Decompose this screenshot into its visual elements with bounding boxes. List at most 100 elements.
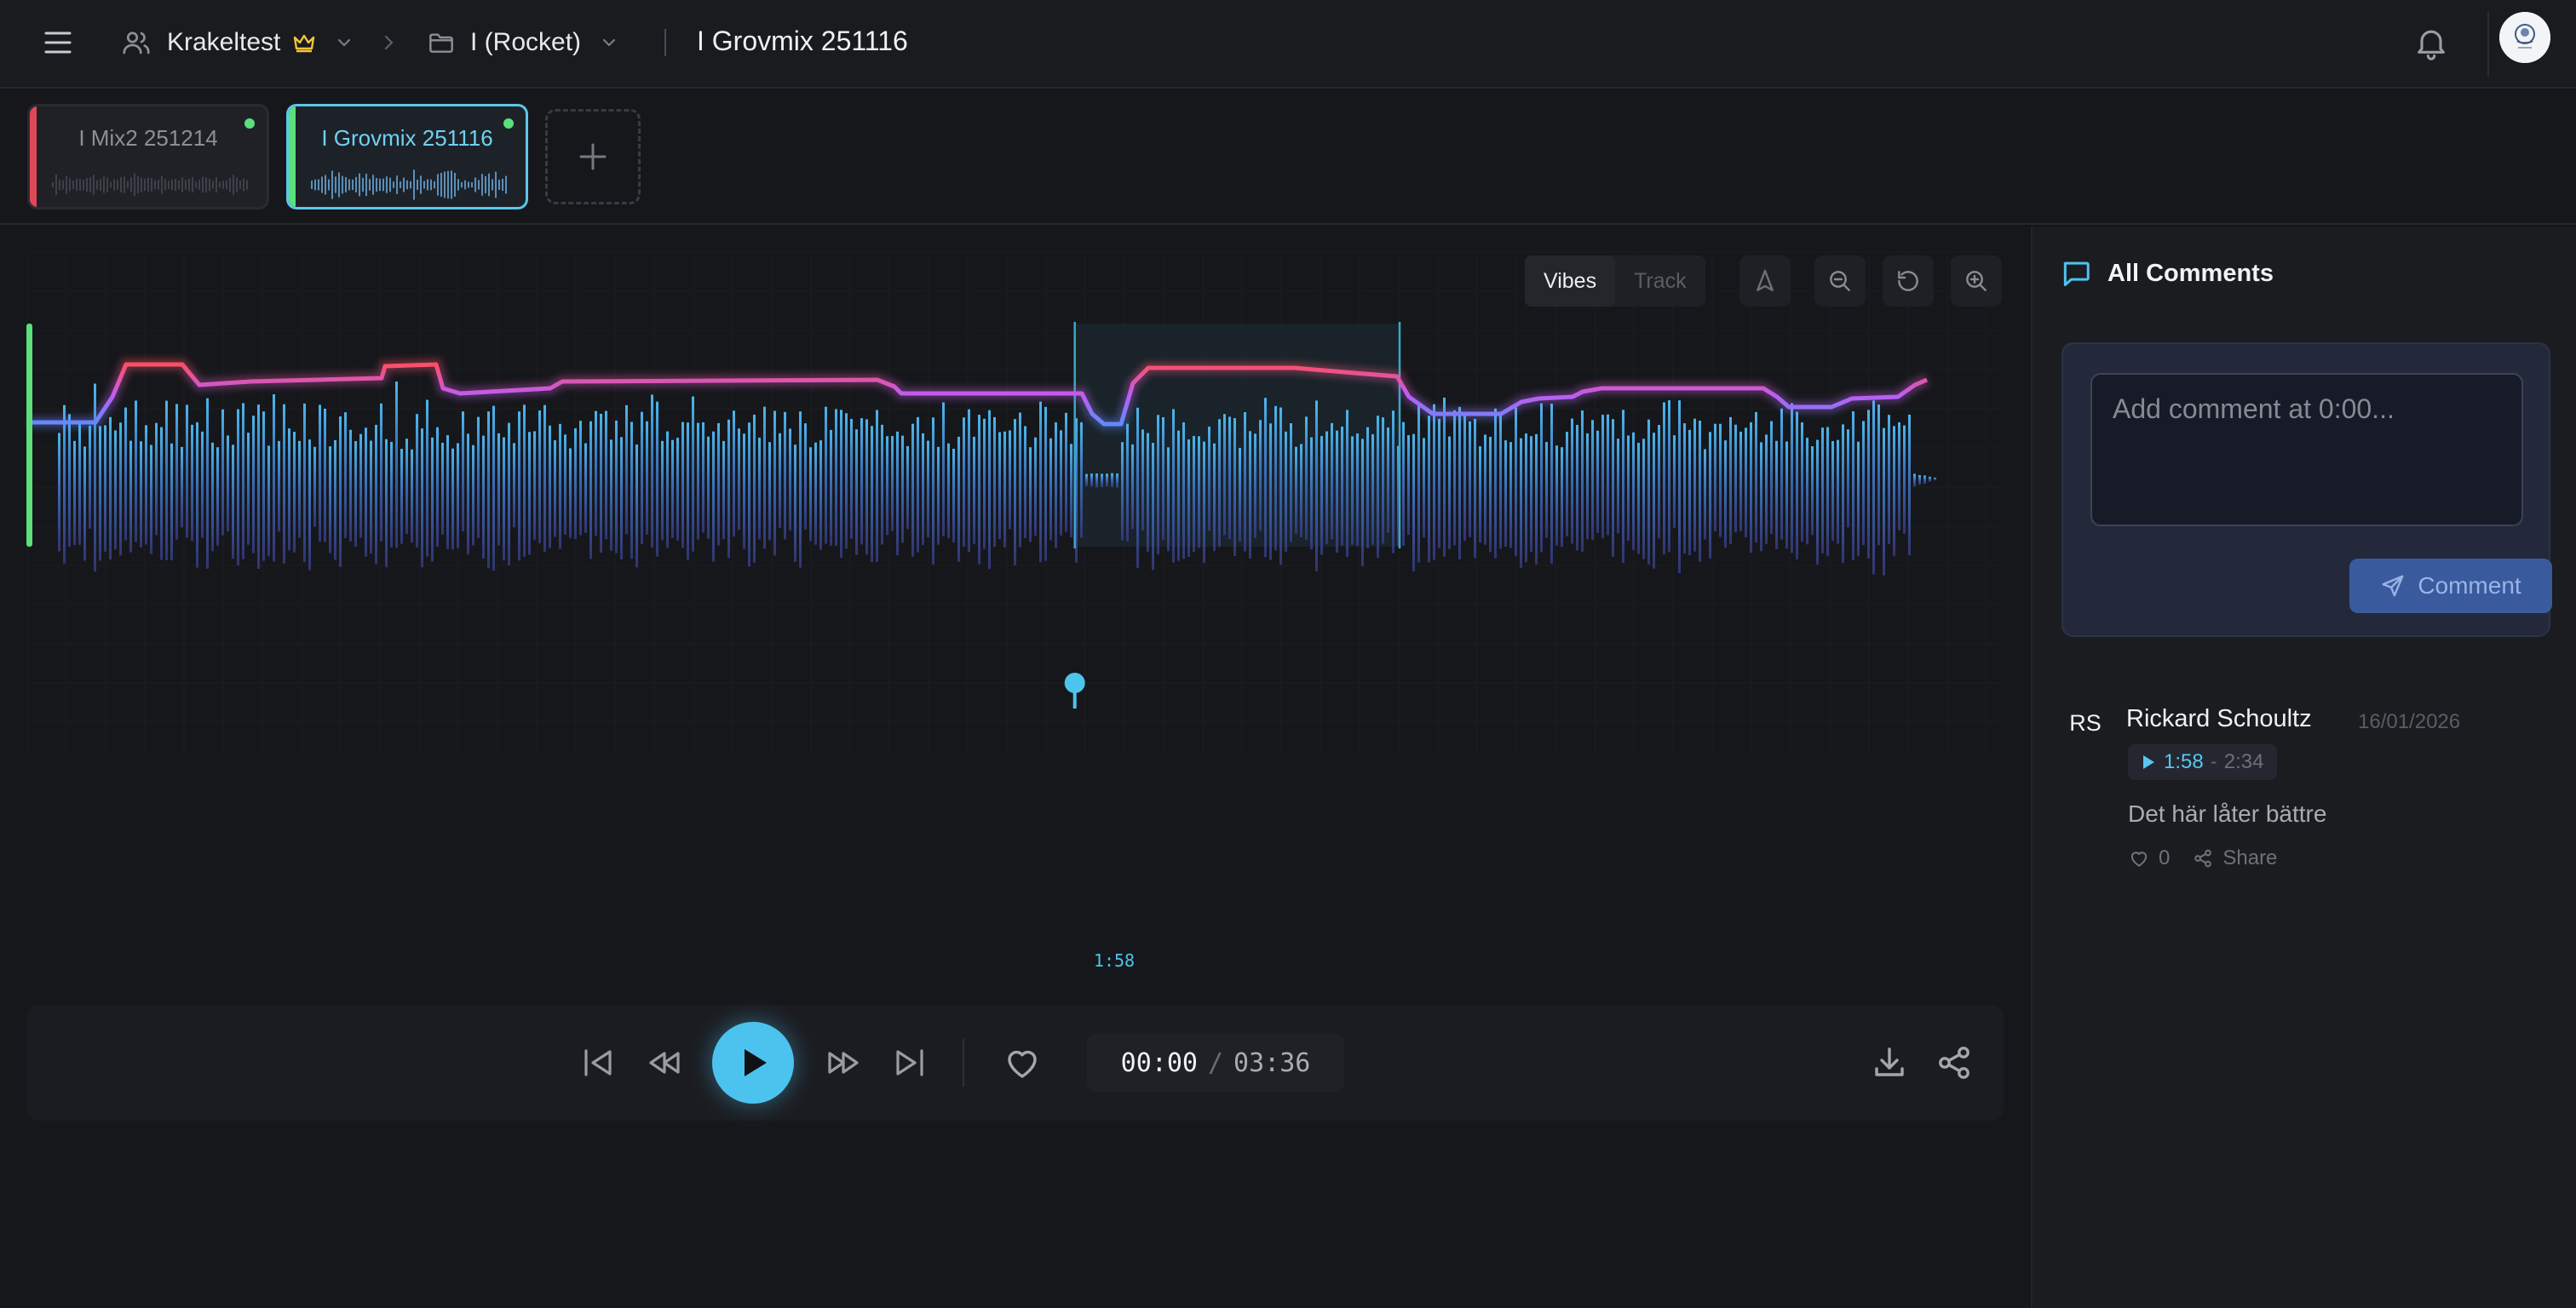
heart-icon[interactable] [1002, 1042, 1043, 1083]
status-dot [503, 118, 514, 129]
waveform-bar [1402, 422, 1405, 547]
comment-timerange-button[interactable]: 1:58 - 2:34 [2128, 744, 2278, 780]
add-version-button[interactable] [545, 109, 641, 204]
waveform-bar [1203, 441, 1205, 564]
mini-wave-bar [76, 178, 78, 192]
waveform-bar [339, 416, 342, 567]
mini-wave-bar [188, 178, 190, 192]
version-tab[interactable]: I Mix2 251214 [27, 104, 269, 209]
waveform-bar [1801, 422, 1803, 542]
waveform-bar [676, 438, 679, 541]
mini-wave-bar [369, 179, 371, 191]
comments-sidebar: All Comments Comment RS Rickard Schoultz… [2031, 227, 2576, 1308]
waveform-bar [671, 439, 674, 538]
waveform-bar [845, 413, 848, 549]
waveform-bar [1581, 410, 1584, 552]
view-mode-toggle: Vibes Track [1525, 255, 1705, 307]
rewind-icon[interactable] [644, 1042, 685, 1083]
navigation-icon[interactable] [1739, 255, 1791, 307]
fast-forward-icon[interactable] [823, 1042, 864, 1083]
waveform-bar [1049, 438, 1052, 541]
waveform-bar [1157, 415, 1159, 554]
mode-track[interactable]: Track [1615, 255, 1705, 307]
waveform-bar [917, 416, 919, 553]
waveform-bar [1796, 411, 1798, 559]
version-tab-active[interactable]: I Grovmix 251116 [286, 104, 528, 209]
waveform-bar [779, 433, 781, 529]
waveform-bar [1029, 447, 1032, 542]
playhead[interactable] [26, 324, 32, 547]
waveform-bar [431, 437, 434, 562]
bell-icon[interactable] [2412, 24, 2450, 61]
mini-wave-bar [451, 170, 452, 199]
mini-wave-bar [365, 173, 367, 197]
waveform-bar [1044, 406, 1047, 561]
waveform-bar [1009, 430, 1011, 530]
waveform-bar [1642, 439, 1645, 559]
waveform-bar [293, 432, 296, 553]
menu-icon[interactable] [41, 26, 75, 60]
comment-input[interactable] [2090, 373, 2523, 526]
mini-wave-bar [328, 179, 330, 191]
project-switcher[interactable]: I (Rocket) [428, 22, 618, 63]
mini-wave-bar [233, 175, 234, 195]
version-label: I Grovmix 251116 [321, 125, 493, 151]
skip-to-start-icon[interactable] [578, 1042, 618, 1083]
zoom-out-icon[interactable] [1814, 255, 1866, 307]
waveform-bar [1208, 426, 1210, 531]
version-color-stripe [30, 106, 37, 207]
waveform-bar [1647, 419, 1650, 565]
waveform-bar [1719, 423, 1722, 537]
comment-marker[interactable] [1064, 673, 1085, 693]
comment-submit-button[interactable]: Comment [2349, 559, 2552, 613]
waveform-bar [1627, 435, 1630, 542]
play-button[interactable] [712, 1022, 794, 1104]
waveform-bar [1264, 398, 1267, 558]
waveform-bar [1877, 404, 1880, 546]
zoom-in-icon[interactable] [1951, 255, 2002, 307]
user-avatar[interactable] [2499, 12, 2550, 63]
mode-vibes[interactable]: Vibes [1525, 255, 1616, 307]
waveform-bar [1080, 422, 1083, 538]
waveform-bar [1469, 421, 1471, 537]
reset-zoom-icon[interactable] [1883, 255, 1934, 307]
mini-wave-bar [246, 180, 248, 190]
share-icon[interactable] [1934, 1042, 1975, 1083]
mini-wave-bar [79, 179, 81, 191]
share-button[interactable]: Share [2192, 846, 2277, 870]
message-square-icon [2063, 261, 2090, 286]
mini-wave-bar [406, 180, 408, 190]
waveform-bar [1423, 438, 1425, 538]
waveform-bar [1295, 446, 1297, 534]
waveform-bar [1484, 434, 1486, 545]
waveform-bar [1555, 445, 1558, 546]
waveform-bar [952, 448, 955, 543]
waveform-bar [1187, 439, 1190, 557]
waveform-bar [1576, 424, 1578, 551]
waveform-bar [1780, 408, 1783, 540]
waveform-bar [1550, 404, 1553, 564]
waveform-bar [692, 396, 694, 552]
waveform-bar [1525, 433, 1527, 563]
waveform-bar [978, 415, 980, 565]
waveform-bar [119, 422, 122, 556]
waveform-bar [135, 400, 137, 542]
waveform-bar [1070, 444, 1072, 538]
waveform[interactable] [0, 227, 2029, 772]
waveform-bar [73, 440, 76, 546]
workspace-switcher[interactable]: Krakeltest [121, 22, 354, 63]
waveform-bar [615, 420, 618, 554]
mini-wave-bar [147, 177, 149, 192]
waveform-bar [595, 410, 597, 536]
mini-wave-bar [396, 175, 398, 194]
waveform-bar [405, 439, 408, 534]
skip-to-end-icon[interactable] [889, 1042, 930, 1083]
waveform-bar [1090, 473, 1093, 487]
download-icon[interactable] [1869, 1042, 1910, 1083]
waveform-bar [1806, 438, 1808, 545]
waveform-bar [165, 400, 168, 561]
player-area: Vibes Track 1:58 00:00 / 03:36 [0, 227, 2029, 1308]
waveform-bar [1494, 408, 1497, 559]
like-button[interactable]: 0 [2128, 846, 2170, 870]
waveform-bar [380, 403, 382, 542]
